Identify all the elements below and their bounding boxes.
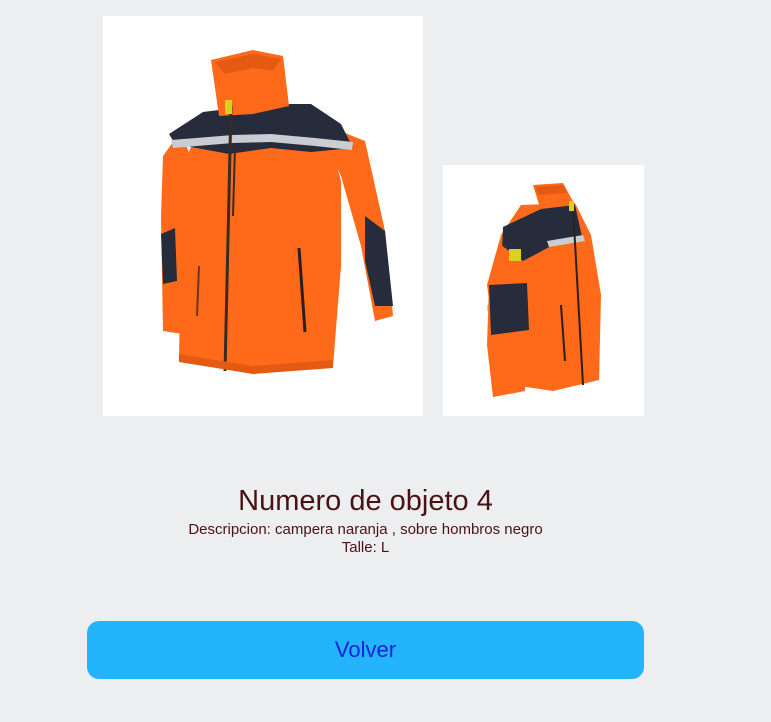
- back-button[interactable]: Volver: [87, 621, 644, 679]
- product-description: Descripcion: campera naranja , sobre hom…: [188, 521, 543, 538]
- jacket-side-illustration: [487, 183, 601, 397]
- product-size: Talle: L: [341, 539, 390, 556]
- product-image-side: [443, 165, 644, 416]
- product-title: Numero de objeto 4: [238, 485, 493, 517]
- jacket-front-illustration: [161, 50, 393, 374]
- product-image-main: [103, 16, 423, 416]
